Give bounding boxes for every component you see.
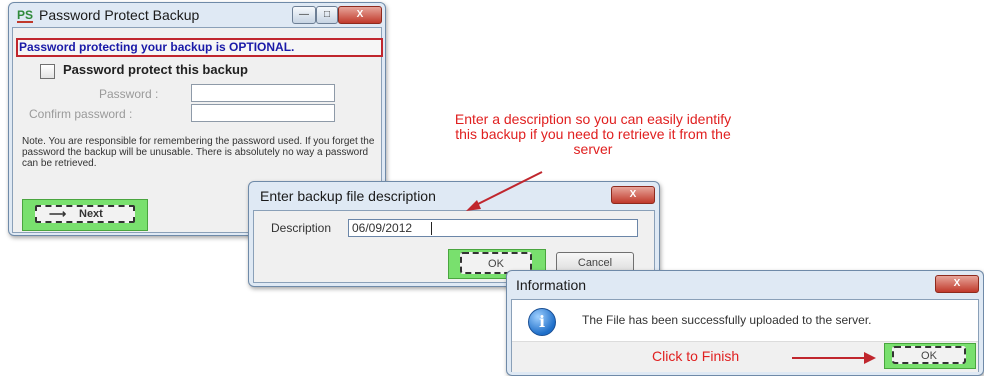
maximize-button[interactable]: □ xyxy=(316,6,338,24)
description-close-button[interactable]: X xyxy=(611,186,655,204)
next-button[interactable]: ⟶ Next xyxy=(35,205,135,223)
arrow-right-icon: ⟶ xyxy=(49,207,67,221)
description-label: Description xyxy=(271,221,332,235)
information-close-button[interactable]: X xyxy=(935,275,979,293)
confirm-password-label: Confirm password : xyxy=(29,107,133,121)
information-message: The File has been successfully uploaded … xyxy=(582,313,872,327)
close-button[interactable]: X xyxy=(338,6,382,24)
info-icon: i xyxy=(528,308,556,336)
minimize-button[interactable]: — xyxy=(292,6,316,24)
next-button-label: Next xyxy=(79,208,103,220)
information-dialog-title: Information xyxy=(516,277,587,293)
password-field[interactable] xyxy=(191,84,335,102)
optional-notice: Password protecting your backup is OPTIO… xyxy=(19,40,295,54)
text-cursor xyxy=(431,222,432,235)
information-ok-button[interactable]: OK xyxy=(892,346,966,364)
description-input-value: 06/09/2012 xyxy=(352,221,413,235)
information-dialog-client: i The File has been successfully uploade… xyxy=(511,299,979,372)
description-input[interactable]: 06/09/2012 xyxy=(348,219,638,237)
description-dialog-title: Enter backup file description xyxy=(260,188,436,204)
password-checkbox-label: Password protect this backup xyxy=(63,62,248,77)
password-checkbox[interactable] xyxy=(40,64,55,79)
app-logo: PS xyxy=(17,8,34,23)
password-label: Password : xyxy=(99,87,159,101)
password-note: Note. You are responsible for rememberin… xyxy=(22,136,375,169)
window-title: Password Protect Backup xyxy=(39,7,200,23)
confirm-password-field[interactable] xyxy=(191,104,335,122)
description-hint: Enter a description so you can easily id… xyxy=(454,111,732,157)
finish-hint: Click to Finish xyxy=(652,348,740,364)
information-dialog: Information X i The File has been succes… xyxy=(506,270,984,376)
